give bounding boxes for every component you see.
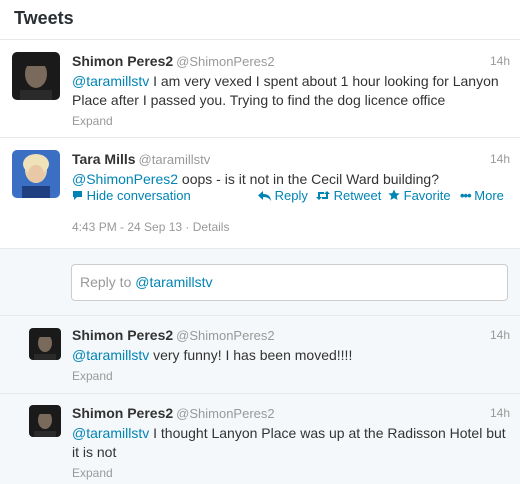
tweet-time[interactable]: 14h (490, 150, 510, 168)
retweet-icon (316, 191, 330, 200)
reply-placeholder-handle: @taramillstv (135, 274, 213, 290)
hide-conversation-link[interactable]: Hide conversation (72, 188, 191, 203)
tweet-mention[interactable]: @taramillstv (72, 73, 149, 89)
tweet-time[interactable]: 14h (490, 52, 510, 70)
tweet-mention[interactable]: @taramillstv (72, 425, 149, 441)
tweet-text: @taramillstv I thought Lanyon Place was … (72, 424, 510, 462)
tweet-text: @ShimonPeres2 oops - is it not in the Ce… (72, 170, 510, 189)
tweet-body: very funny! I has been moved!!!! (149, 347, 353, 363)
tweet-author-name[interactable]: Shimon Peres2 (72, 327, 173, 343)
expand-link[interactable]: Expand (72, 113, 510, 129)
tweet-screen-name[interactable]: @ShimonPeres2 (176, 406, 274, 421)
reply-area: Reply to @taramillstv (0, 248, 520, 316)
tweet-item[interactable]: Shimon Peres2 @ShimonPeres2 14h @taramill… (0, 40, 520, 138)
focused-tweet[interactable]: Tara Mills @taramillstv 14h @ShimonPeres2… (0, 138, 520, 248)
tweet-actions: Hide conversation Reply Retweet Favorite… (72, 188, 508, 206)
more-label: More (474, 188, 504, 203)
expand-link[interactable]: Expand (72, 465, 510, 481)
reply-tweet-item[interactable]: Shimon Peres2 @ShimonPeres2 14h @taramill… (0, 394, 520, 484)
star-icon (388, 189, 400, 200)
more-action[interactable]: ••• More (460, 188, 504, 203)
expand-link[interactable]: Expand (72, 368, 510, 384)
tweet-screen-name[interactable]: @ShimonPeres2 (176, 328, 274, 343)
tweet-timestamp[interactable]: 4:43 PM - 24 Sep 13 (72, 220, 182, 234)
tweet-author-name[interactable]: Shimon Peres2 (72, 53, 173, 69)
reply-action[interactable]: Reply (258, 188, 308, 203)
details-link[interactable]: Details (193, 220, 230, 234)
avatar[interactable] (29, 405, 61, 437)
tweet-meta: 4:43 PM - 24 Sep 13 · Details (72, 220, 229, 234)
avatar[interactable] (12, 52, 60, 100)
tweet-body: oops - is it not in the Cecil Ward build… (178, 171, 439, 187)
favorite-action[interactable]: Favorite (388, 188, 451, 203)
reply-label: Reply (274, 188, 308, 203)
tweet-mention[interactable]: @taramillstv (72, 347, 149, 363)
avatar[interactable] (12, 150, 60, 198)
hide-conversation-label: Hide conversation (86, 188, 191, 203)
tweet-screen-name[interactable]: @taramillstv (139, 152, 211, 167)
retweet-label: Retweet (333, 188, 382, 203)
reply-tweet-item[interactable]: Shimon Peres2 @ShimonPeres2 14h @taramill… (0, 316, 520, 394)
tweet-text: @taramillstv very funny! I has been move… (72, 346, 510, 365)
reply-input[interactable]: Reply to @taramillstv (71, 264, 508, 301)
reply-arrow-icon (258, 191, 271, 201)
meta-separator: · (185, 220, 193, 234)
retweet-action[interactable]: Retweet (316, 188, 381, 203)
tweet-time[interactable]: 14h (490, 404, 510, 422)
tweet-author-name[interactable]: Shimon Peres2 (72, 405, 173, 421)
tweet-text: @taramillstv I am very vexed I spent abo… (72, 72, 510, 110)
tweet-mention[interactable]: @ShimonPeres2 (72, 171, 178, 187)
more-dots-icon: ••• (460, 188, 472, 203)
tweet-author-name[interactable]: Tara Mills (72, 151, 136, 167)
favorite-label: Favorite (403, 188, 451, 203)
tweets-header: Tweets (0, 0, 520, 40)
page-title: Tweets (14, 8, 74, 28)
reply-placeholder-prefix: Reply to (80, 274, 136, 290)
tweet-screen-name[interactable]: @ShimonPeres2 (176, 54, 274, 69)
avatar[interactable] (29, 328, 61, 360)
speech-bubble-icon (73, 191, 82, 200)
tweet-time[interactable]: 14h (490, 326, 510, 344)
